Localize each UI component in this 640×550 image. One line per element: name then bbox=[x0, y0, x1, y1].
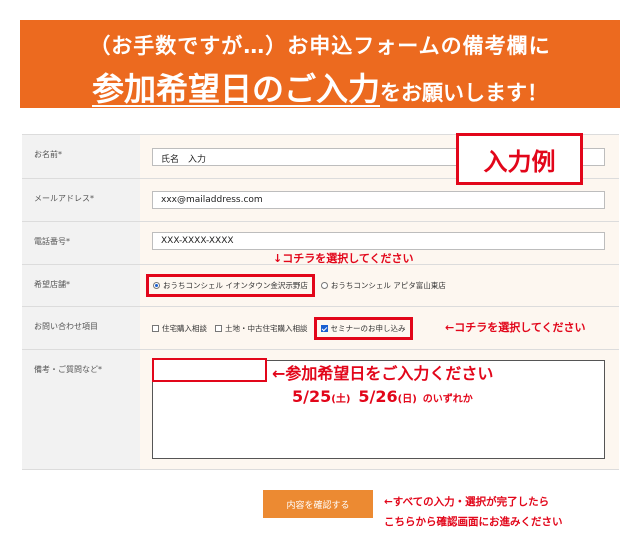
radio-icon bbox=[320, 282, 328, 289]
radio-selected-icon bbox=[153, 282, 160, 289]
select-store-hint: ↓コチラを選択してください bbox=[273, 252, 414, 265]
store-label: 希望店舗* bbox=[22, 265, 140, 306]
store-option-2[interactable]: おうちコンシェル アピタ富山東店 bbox=[320, 280, 446, 291]
inquiry-option-land[interactable]: 土地・中古住宅購入相談 bbox=[215, 323, 308, 334]
banner-line2: 参加希望日のご入力をお願いします！ bbox=[20, 64, 620, 110]
inquiry-option-housing[interactable]: 住宅購入相談 bbox=[152, 323, 207, 334]
notes-label: 備考・ご質問など* bbox=[22, 350, 140, 469]
name-label: お名前* bbox=[22, 135, 140, 178]
submit-hint-1: ←すべての入力・選択が完了したら bbox=[384, 496, 550, 508]
header-banner: （お手数ですが…）お申込フォームの備考欄に 参加希望日のご入力をお願いします！ bbox=[20, 20, 620, 108]
confirm-button[interactable]: 内容を確認する bbox=[263, 490, 373, 518]
phone-input[interactable]: XXX-XXXX-XXXX bbox=[152, 232, 605, 250]
notes-hint: ←参加希望日をご入力ください bbox=[272, 364, 494, 383]
checkbox-icon bbox=[215, 324, 222, 332]
inquiry-option-seminar[interactable]: セミナーのお申し込み bbox=[313, 316, 413, 340]
form-row-store: 希望店舗* おうちコンシェル イオンタウン金沢示野店 おうちコンシェル アピタ富… bbox=[22, 264, 619, 306]
date-entry-highlight bbox=[152, 358, 267, 382]
email-label: メールアドレス* bbox=[22, 179, 140, 221]
dates-hint: 5/25(土) 5/26(日) のいずれか bbox=[292, 387, 473, 406]
checkbox-checked-icon bbox=[320, 324, 328, 332]
submit-hint-2: こちらから確認画面にお進みください bbox=[384, 516, 563, 528]
select-inquiry-hint: ←コチラを選択してください bbox=[445, 321, 586, 334]
inquiry-label: お問い合わせ項目 bbox=[22, 307, 140, 349]
example-stamp: 入力例 bbox=[456, 133, 583, 185]
store-option-1[interactable]: おうちコンシェル イオンタウン金沢示野店 bbox=[146, 274, 315, 297]
banner-line1: （お手数ですが…）お申込フォームの備考欄に bbox=[89, 34, 551, 58]
checkbox-icon bbox=[152, 324, 159, 332]
phone-label: 電話番号* bbox=[22, 222, 140, 264]
banner-request: をお願いします！ bbox=[380, 81, 548, 105]
email-input[interactable]: xxx@mailaddress.com bbox=[152, 191, 605, 209]
banner-emphasis: 参加希望日のご入力 bbox=[91, 70, 380, 108]
